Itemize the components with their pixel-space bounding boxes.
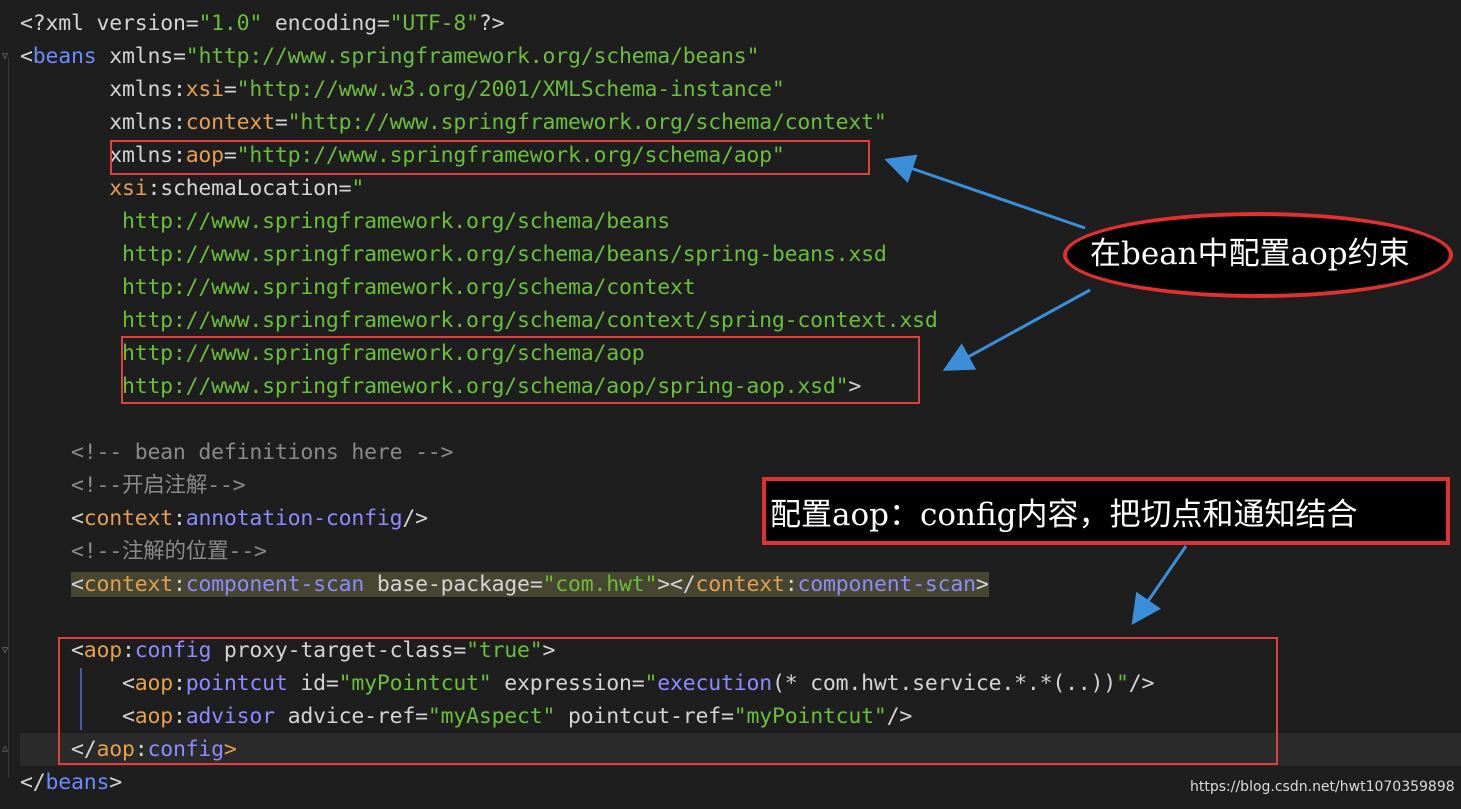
arrow-to-schema-aop <box>942 288 1091 371</box>
arrow-to-aop-config <box>1131 545 1188 625</box>
arrow-to-xmlns-aop <box>884 154 1086 230</box>
annotation-aop-config: 配置aop：config内容，把切点和通知结合 <box>770 497 1358 533</box>
annotation-bean-constraint: 在bean中配置aop约束 <box>1090 236 1410 272</box>
annotation-arrows <box>884 154 1188 625</box>
watermark: https://blog.csdn.net/hwt1070359898 <box>1190 779 1455 795</box>
